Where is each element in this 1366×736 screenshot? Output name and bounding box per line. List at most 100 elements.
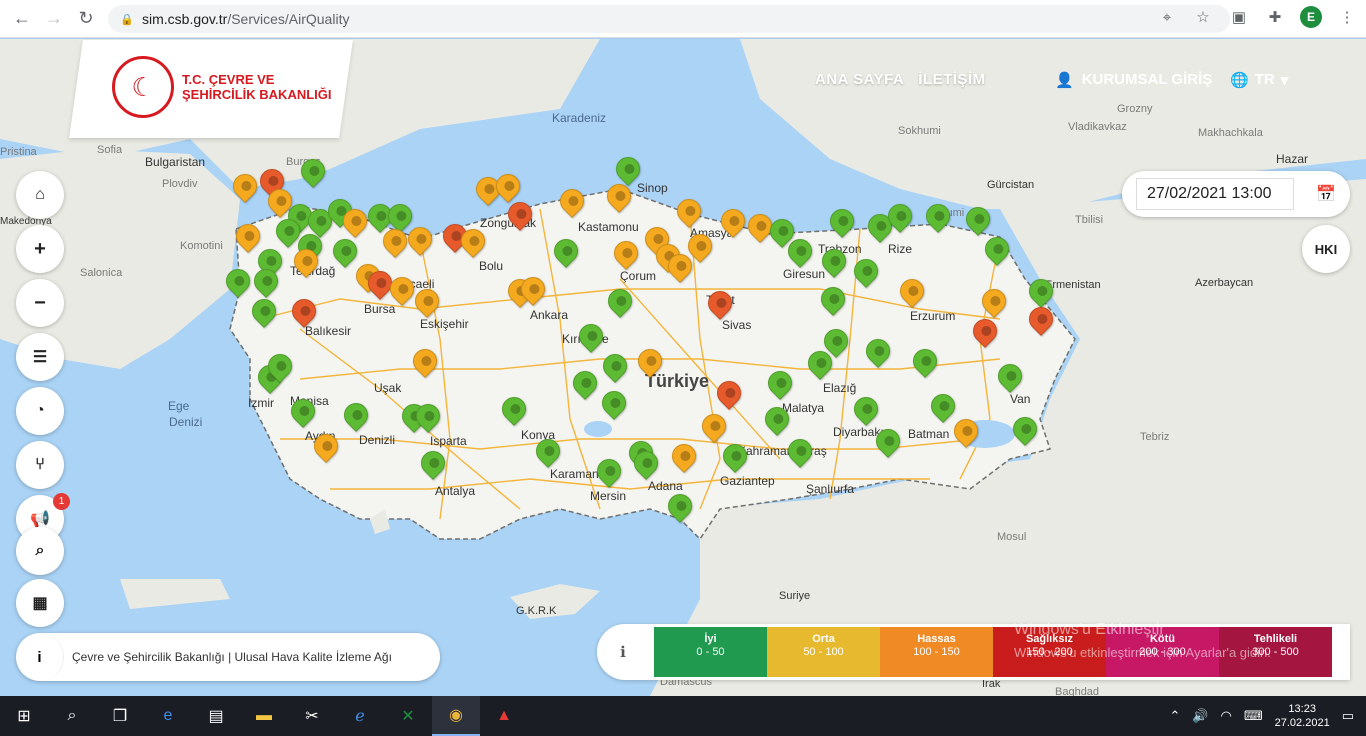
station-marker-center: [622, 161, 637, 177]
internet-explorer-icon[interactable]: ℯ: [336, 696, 384, 736]
keyboard-icon[interactable]: ⌨: [1244, 708, 1263, 724]
legend-info-icon[interactable]: ℹ: [611, 640, 635, 664]
menu-dots-icon[interactable]: ⋮: [1336, 6, 1358, 28]
list-icon[interactable]: ☰: [16, 333, 64, 381]
legend-band-range: 50 - 100: [803, 646, 844, 658]
station-marker-center: [771, 411, 786, 427]
station-marker-center: [872, 343, 887, 359]
info-icon[interactable]: i: [16, 633, 64, 681]
bookmark-star-icon[interactable]: ☆: [1192, 6, 1214, 28]
station-marker-center: [814, 355, 829, 371]
station-marker-center: [608, 395, 623, 411]
search-icon[interactable]: ⌕: [16, 527, 64, 575]
file-explorer-icon[interactable]: ▬: [240, 696, 288, 736]
place-label: Pristina: [0, 146, 37, 158]
acrobat-icon[interactable]: ▲: [480, 696, 528, 736]
station-marker-center: [314, 213, 329, 229]
lock-icon: 🔒: [120, 14, 134, 26]
puzzle-icon[interactable]: ✚: [1264, 6, 1286, 28]
place-label: Antalya: [435, 484, 476, 498]
place-label: Sinop: [637, 181, 668, 195]
station-marker-center: [542, 443, 557, 459]
station-marker-center: [754, 218, 769, 234]
station-marker-center: [729, 448, 744, 464]
station-marker-center: [678, 448, 693, 464]
snipping-tool-icon[interactable]: ✂: [288, 696, 336, 736]
station-marker-center: [396, 281, 411, 297]
search-icon[interactable]: ⌕: [48, 696, 96, 736]
windows-start-icon[interactable]: ⊞: [0, 696, 48, 736]
notifications-icon[interactable]: ▭: [1342, 708, 1354, 724]
excel-icon[interactable]: ✕: [384, 696, 432, 736]
station-marker-center: [874, 218, 889, 234]
language-selector[interactable]: 🌐 TR ▾: [1230, 71, 1288, 89]
edge-icon[interactable]: e: [144, 696, 192, 736]
pie-chart-icon[interactable]: ◔: [16, 387, 64, 435]
hki-button[interactable]: HKI: [1302, 225, 1350, 273]
station-marker-center: [614, 293, 629, 309]
place-label: Van: [1010, 392, 1031, 406]
place-label: Erzurum: [910, 309, 956, 323]
volume-icon[interactable]: 🔊: [1192, 708, 1208, 724]
back-arrow-icon[interactable]: ←: [6, 3, 38, 35]
wifi-icon[interactable]: ◠: [1221, 708, 1232, 724]
nav-home-link[interactable]: ANA SAYFA: [815, 71, 904, 88]
qr-code-icon[interactable]: ▦: [16, 579, 64, 627]
chrome-icon[interactable]: ◉: [432, 696, 480, 736]
reload-icon[interactable]: ↻: [70, 3, 102, 35]
notification-badge: 1: [53, 493, 70, 510]
date-input[interactable]: 27/02/2021 13:00: [1136, 178, 1294, 210]
legend-band: Orta 50 - 100: [767, 627, 880, 677]
place-label: Kahramanmaraş: [738, 444, 827, 458]
station-marker-center: [860, 401, 875, 417]
place-label: Vladikavkaz: [1068, 121, 1127, 133]
country-label: Türkiye: [645, 371, 710, 391]
crete-land: [120, 579, 230, 609]
station-marker-center: [1004, 368, 1019, 384]
station-marker-center: [836, 213, 851, 229]
station-marker-center: [960, 423, 975, 439]
taskbar-clock[interactable]: 13:23 27.02.2021: [1275, 702, 1330, 730]
zoom-in-icon[interactable]: +: [16, 225, 64, 273]
address-bar[interactable]: 🔒 sim.csb.gov.tr/Services/AirQuality: [108, 5, 1230, 33]
place-label: Sivas: [722, 318, 752, 332]
place-label: Kastamonu: [578, 220, 639, 234]
task-view-icon[interactable]: ❐: [96, 696, 144, 736]
profile-avatar[interactable]: E: [1300, 6, 1322, 28]
station-marker-center: [906, 283, 921, 299]
station-marker-center: [988, 293, 1003, 309]
place-label: Karadeniz: [552, 111, 607, 125]
station-marker-center: [467, 233, 482, 249]
calculator-icon[interactable]: ▤: [192, 696, 240, 736]
ministry-emblem-icon: ☾: [112, 56, 174, 118]
place-label: G.K.R.K: [516, 605, 557, 617]
forward-arrow-icon[interactable]: →: [38, 3, 70, 35]
zoom-out-icon[interactable]: −: [16, 279, 64, 327]
legend-band-label: İyi: [704, 633, 717, 645]
legend-band: Hassas 100 - 150: [880, 627, 993, 677]
station-marker-center: [827, 291, 842, 307]
chevron-up-icon[interactable]: ⌃: [1169, 708, 1180, 724]
station-marker-center: [683, 203, 698, 219]
extension-icon[interactable]: ▣: [1228, 6, 1250, 28]
clock-date: 27.02.2021: [1274, 717, 1330, 729]
place-label: Giresun: [783, 267, 826, 281]
station-marker-center: [674, 258, 689, 274]
location-icon[interactable]: ⌖: [1156, 6, 1178, 28]
calendar-icon[interactable]: 📅: [1306, 174, 1346, 214]
corporate-login-link[interactable]: 👤 KURUMSAL GİRİŞ: [1055, 71, 1212, 89]
station-marker-center: [294, 208, 309, 224]
station-marker-center: [297, 403, 312, 419]
station-marker-center: [708, 418, 723, 434]
branch-icon[interactable]: ⑂: [16, 441, 64, 489]
ministry-logo[interactable]: ☾ T.C. ÇEVRE VE ŞEHİRCİLİK BAKANLIĞI: [112, 56, 332, 118]
nav-contact-link[interactable]: İLETİŞİM: [918, 71, 985, 88]
station-marker-center: [274, 193, 289, 209]
legend-band-label: Orta: [812, 633, 835, 645]
place-label: Şanlıurfa: [806, 482, 855, 496]
station-marker-center: [860, 263, 875, 279]
home-icon[interactable]: ⌂: [16, 171, 64, 219]
station-marker-center: [300, 253, 315, 269]
windows-taskbar: ⊞ ⌕ ❐ e ▤ ▬ ✂ ℯ ✕ ◉ ▲ ⌃ 🔊 ◠ ⌨ 13:23 27.0…: [0, 696, 1366, 736]
station-marker-center: [794, 443, 809, 459]
